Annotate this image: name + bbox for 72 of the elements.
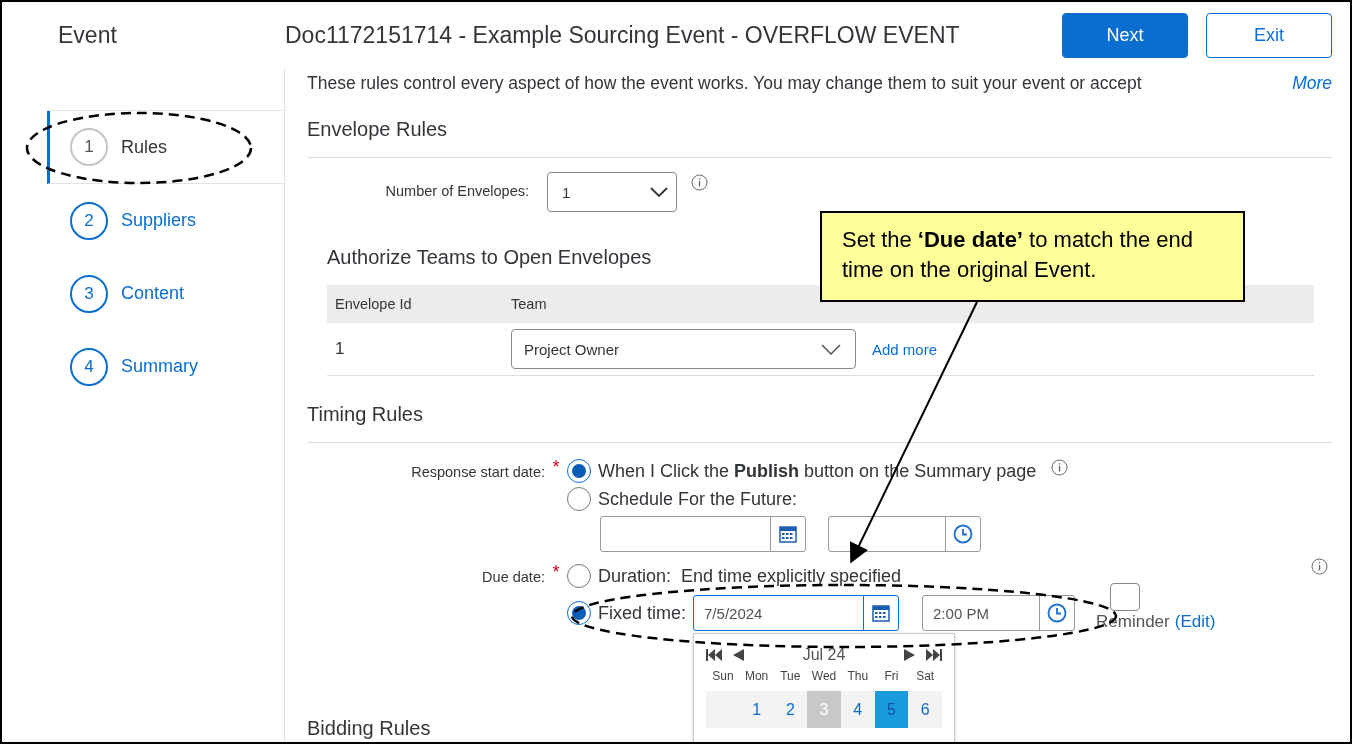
option-label: Schedule For the Future:	[598, 488, 798, 510]
info-icon[interactable]	[1311, 558, 1328, 575]
exit-button[interactable]: Exit	[1206, 12, 1332, 58]
next-button[interactable]: Next	[1062, 12, 1188, 58]
required-mark: *	[551, 457, 561, 478]
weekday-label: Sun	[711, 669, 735, 683]
step-item[interactable]: 2 Suppliers	[47, 184, 284, 257]
weekday-label: Fri	[883, 669, 900, 683]
step-label: Summary	[121, 356, 198, 377]
date-field[interactable]	[600, 516, 806, 552]
step-label: Content	[121, 283, 185, 304]
weekday-label: Tue	[779, 669, 802, 683]
calendar-day[interactable]: 5	[874, 691, 909, 728]
step-number: 4	[70, 347, 108, 386]
calendar-icon	[779, 525, 797, 543]
step-label: Suppliers	[121, 210, 197, 231]
field-label: Number of Envelopes:	[384, 183, 530, 199]
section-heading: Bidding Rules	[307, 717, 432, 740]
calendar-day[interactable]: 2	[773, 691, 808, 728]
team-select[interactable]: Project Owner	[511, 329, 856, 369]
field-label: Due date:	[481, 569, 545, 585]
section-heading: Envelope Rules	[307, 118, 1332, 158]
reminder-checkbox[interactable]	[1110, 582, 1141, 611]
more-link[interactable]: More	[1292, 73, 1332, 94]
required-mark: *	[551, 562, 561, 583]
calendar-day[interactable]: 6	[908, 691, 943, 728]
option-label: Duration: End time explicitly specified	[598, 565, 902, 587]
calendar-icon	[872, 604, 891, 622]
option-label: Fixed time:	[598, 602, 687, 624]
weekday-label: Mon	[743, 669, 770, 683]
radio-button[interactable]	[567, 487, 591, 511]
step-number: 3	[70, 274, 108, 313]
next-icon[interactable]	[904, 649, 917, 661]
calendar-day[interactable]: 1	[739, 691, 774, 728]
info-icon[interactable]	[1051, 458, 1069, 476]
callout-box: Set the ‘Due date’ to match the end time on the original Event.	[820, 211, 1245, 302]
step-item[interactable]: 1 Rules	[47, 111, 284, 184]
weekday-label: Wed	[810, 669, 838, 683]
envelope-count-select[interactable]: 1	[547, 172, 677, 212]
info-icon[interactable]	[691, 174, 708, 191]
step-number: 2	[70, 201, 108, 240]
step-item[interactable]: 4 Summary	[47, 330, 284, 403]
section-heading: Timing Rules	[307, 403, 1332, 443]
clock-icon	[953, 524, 973, 544]
time-field[interactable]: 2:00 PM	[922, 595, 1076, 631]
time-field[interactable]	[828, 516, 981, 552]
month-label: Jul 24	[801, 646, 847, 664]
calendar-day[interactable]: 4	[840, 691, 875, 728]
document-title: Doc1172151714 - Example Sourcing Event - OVERFLOW EVENT	[285, 21, 961, 49]
section-title: Event	[58, 21, 117, 48]
radio-button[interactable]	[567, 601, 591, 625]
previous-icon[interactable]	[732, 649, 745, 661]
step-number: 1	[70, 128, 108, 166]
field-label: Response start date:	[410, 464, 545, 480]
chevron-down-icon	[650, 187, 668, 197]
edit-link[interactable]: (Edit)	[1174, 611, 1216, 632]
weekday-label: Sat	[915, 669, 936, 683]
radio-button[interactable]	[567, 564, 591, 588]
first-page-icon[interactable]	[706, 649, 723, 661]
column-header: Envelope Id	[334, 296, 413, 312]
column-header: Team	[511, 296, 547, 312]
clock-icon	[1047, 603, 1068, 623]
intro-text: These rules control every aspect of how the event works. You may change them to suit your event or accept	[307, 73, 1142, 94]
step-item[interactable]: 3 Content	[47, 257, 284, 330]
add-more-link[interactable]: Add more	[872, 340, 938, 358]
weekday-label: Thu	[846, 669, 870, 683]
date-field[interactable]: 7/5/2024	[693, 595, 900, 631]
table-cell-text: 1	[334, 339, 346, 359]
step-label: Rules	[121, 136, 168, 158]
radio-button[interactable]	[567, 459, 591, 483]
chevron-down-icon	[821, 343, 841, 355]
last-page-icon[interactable]	[926, 649, 943, 661]
